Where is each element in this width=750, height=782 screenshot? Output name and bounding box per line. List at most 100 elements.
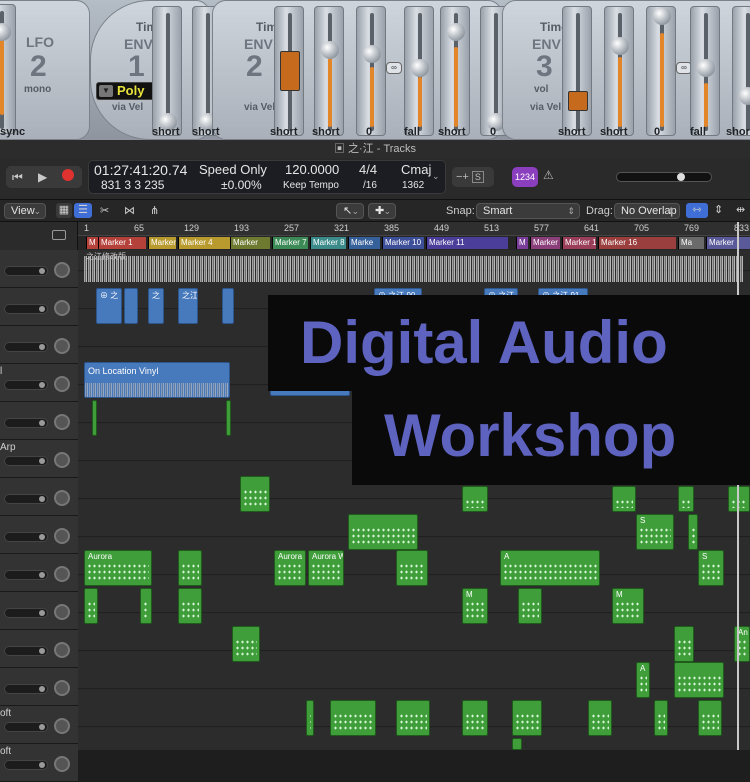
slider-thumb[interactable]	[39, 724, 45, 730]
list-view-icon[interactable]: ☰	[74, 203, 92, 218]
bowtie-icon[interactable]: ⋈	[124, 204, 135, 217]
pointer-tool-menu[interactable]: ↖ ⌄	[336, 203, 364, 219]
marker[interactable]: Marker 1	[98, 237, 146, 249]
chevron-down-icon[interactable]: ⌄	[432, 171, 440, 182]
midi-region[interactable]: M	[612, 588, 644, 624]
link-icon[interactable]: ∞	[386, 62, 402, 74]
track-volume-slider[interactable]	[4, 304, 48, 314]
midi-region[interactable]	[84, 588, 98, 624]
marker[interactable]: Marke	[348, 237, 380, 249]
count-in-button[interactable]: 1234	[512, 167, 538, 187]
track-volume-slider[interactable]	[4, 722, 48, 732]
midi-region[interactable]	[512, 738, 522, 750]
audio-region[interactable]	[124, 288, 138, 324]
snap-tool-icon[interactable]: ⋔	[150, 204, 159, 217]
track-header[interactable]: oft	[0, 706, 78, 744]
marker[interactable]: Marker	[230, 237, 270, 249]
slider-thumb[interactable]	[39, 268, 45, 274]
midi-region[interactable]	[396, 700, 430, 736]
env3-slider-b[interactable]	[604, 6, 634, 136]
env2-slider-c[interactable]	[356, 6, 386, 136]
track-header[interactable]	[0, 668, 78, 706]
slider-thumb[interactable]	[39, 762, 45, 768]
track-volume-slider[interactable]	[4, 380, 48, 390]
env2-slider-a[interactable]	[274, 6, 304, 136]
audio-region[interactable]: 之江	[178, 288, 198, 324]
audio-region[interactable]	[222, 288, 234, 324]
marker[interactable]: Marker 15	[562, 237, 596, 249]
env3-slider-a[interactable]	[562, 6, 592, 136]
snap-select[interactable]: Smart ⇕	[476, 203, 580, 219]
bar-ruler[interactable]: 1 65 129 193 257 321 385 449 513 577 641 705 769 833	[78, 222, 750, 236]
slider-thumb[interactable]	[39, 496, 45, 502]
mode-buttons[interactable]: −+ S	[452, 167, 494, 187]
warning-icon[interactable]: ⚠	[543, 168, 554, 182]
track-header[interactable]	[0, 402, 78, 440]
track-header[interactable]	[0, 630, 78, 668]
slider-thumb[interactable]	[39, 686, 45, 692]
slider-thumb[interactable]	[39, 382, 45, 388]
fit-icon[interactable]: ⇹	[736, 203, 745, 216]
lcd-display[interactable]: 01:27:41:20.74 831 3 3 235 Speed Only ±0…	[88, 160, 446, 194]
pencil-tool-menu[interactable]: ✚ ⌄	[368, 203, 396, 219]
midi-region[interactable]	[306, 700, 314, 736]
midi-region[interactable]	[178, 588, 202, 624]
midi-region[interactable]	[348, 514, 418, 550]
track-pan-knob[interactable]	[54, 376, 70, 392]
track-volume-slider[interactable]	[4, 342, 48, 352]
env3-slider-e[interactable]	[732, 6, 750, 136]
midi-region[interactable]	[92, 400, 97, 436]
midi-region[interactable]: A	[636, 662, 650, 698]
track-volume-slider[interactable]	[4, 646, 48, 656]
track-volume-slider[interactable]	[4, 684, 48, 694]
track-pan-knob[interactable]	[54, 452, 70, 468]
midi-region[interactable]	[654, 700, 668, 736]
marker[interactable]: Marker 8	[310, 237, 346, 249]
marker[interactable]: Marker 7	[272, 237, 308, 249]
track-pan-knob[interactable]	[54, 680, 70, 696]
track-pan-knob[interactable]	[54, 566, 70, 582]
slider-thumb[interactable]	[39, 534, 45, 540]
track-header[interactable]: l	[0, 364, 78, 402]
midi-region[interactable]	[674, 662, 724, 698]
global-tracks-icon[interactable]	[52, 230, 66, 240]
track-pan-knob[interactable]	[54, 490, 70, 506]
poly-selector[interactable]: ▼ Poly	[96, 82, 156, 100]
marker[interactable]: Marker 4	[178, 237, 230, 249]
slider-thumb[interactable]	[39, 344, 45, 350]
track-volume-slider[interactable]	[4, 494, 48, 504]
track-header[interactable]	[0, 554, 78, 592]
midi-region[interactable]	[396, 550, 428, 586]
audio-region[interactable]: ⊕ 之	[96, 288, 122, 324]
track-pan-knob[interactable]	[54, 642, 70, 658]
midi-region[interactable]: S	[698, 550, 724, 586]
marker-track[interactable]: M Marker 1 Marker Marker 4 Marker Marker 7 Mar…	[78, 236, 750, 250]
env1-slider-a[interactable]	[152, 6, 182, 136]
env3-slider-c[interactable]	[646, 6, 676, 136]
track-pan-knob[interactable]	[54, 528, 70, 544]
track-header[interactable]	[0, 592, 78, 630]
midi-region[interactable]	[688, 514, 698, 550]
audio-region[interactable]: 之	[148, 288, 164, 324]
record-icon[interactable]	[62, 169, 74, 181]
midi-region[interactable]	[462, 700, 488, 736]
track-volume-slider[interactable]	[4, 266, 48, 276]
track-volume-slider[interactable]	[4, 570, 48, 580]
marker[interactable]: Marker 10	[382, 237, 424, 249]
marker[interactable]: Marker	[706, 237, 750, 249]
audio-waveform[interactable]	[84, 256, 744, 282]
marker[interactable]: Marker 11	[426, 237, 508, 249]
track-pan-knob[interactable]	[54, 718, 70, 734]
audio-region[interactable]: On Location Vinyl	[84, 362, 230, 398]
midi-region[interactable]: A	[500, 550, 600, 586]
slider-thumb[interactable]	[39, 458, 45, 464]
midi-region[interactable]: M	[462, 588, 488, 624]
track-header[interactable]	[0, 288, 78, 326]
midi-region[interactable]	[698, 700, 722, 736]
env2-slider-b[interactable]	[314, 6, 344, 136]
slider-thumb[interactable]	[39, 648, 45, 654]
midi-region[interactable]	[232, 626, 260, 662]
midi-region[interactable]: S	[636, 514, 674, 550]
track-pan-knob[interactable]	[54, 414, 70, 430]
midi-region[interactable]	[678, 486, 694, 512]
